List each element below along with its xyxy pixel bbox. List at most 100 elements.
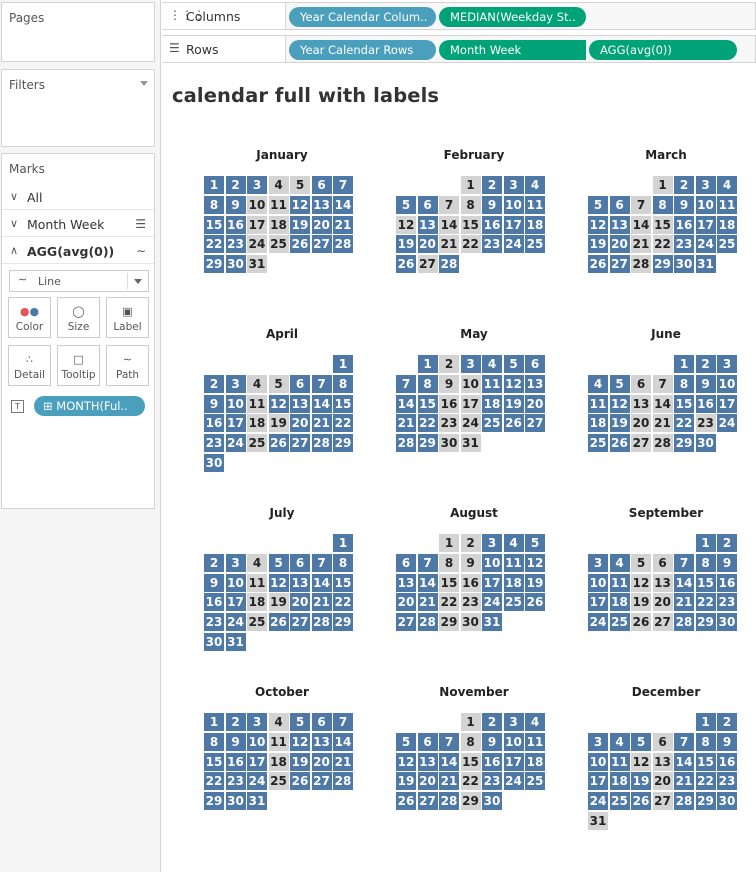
calendar-day-cell[interactable]: 8	[695, 553, 716, 572]
calendar-day-cell[interactable]: 23	[225, 772, 246, 791]
calendar-day-cell[interactable]: 1	[333, 355, 353, 373]
calendar-day-cell[interactable]: 17	[460, 394, 481, 413]
size-button[interactable]: ◯ Size	[57, 297, 100, 338]
calendar-day-cell[interactable]: 14	[311, 394, 332, 413]
calendar-day-cell[interactable]: 13	[417, 752, 438, 771]
calendar-day-cell[interactable]: 5	[503, 355, 524, 373]
calendar-day-cell[interactable]: 15	[652, 215, 673, 234]
calendar-day-cell[interactable]: 24	[588, 613, 608, 632]
calendar-day-cell[interactable]: 19	[525, 573, 545, 592]
calendar-day-cell[interactable]: 26	[268, 613, 289, 632]
calendar-day-cell[interactable]: 18	[525, 752, 545, 771]
calendar-day-cell[interactable]: 1	[439, 534, 459, 552]
calendar-day-cell[interactable]: 9	[695, 374, 716, 393]
calendar-day-cell[interactable]: 9	[225, 195, 246, 214]
calendar-day-cell[interactable]: 5	[396, 195, 416, 214]
calendar-day-cell[interactable]: 23	[695, 414, 716, 433]
calendar-day-cell[interactable]: 8	[460, 732, 481, 751]
calendar-day-cell[interactable]: 23	[482, 235, 502, 254]
calendar-day-cell[interactable]: 25	[503, 593, 524, 612]
calendar-day-cell[interactable]: 4	[247, 553, 267, 572]
calendar-day-cell[interactable]: 15	[333, 573, 353, 592]
calendar-day-cell[interactable]: 12	[290, 195, 310, 214]
calendar-day-cell[interactable]: 3	[588, 553, 608, 572]
month-week-pill[interactable]: Month Week	[439, 40, 586, 60]
calendar-day-cell[interactable]: 22	[674, 414, 694, 433]
calendar-day-cell[interactable]: 11	[268, 195, 289, 214]
calendar-day-cell[interactable]: 12	[290, 732, 310, 751]
calendar-day-cell[interactable]: 24	[503, 235, 524, 254]
calendar-day-cell[interactable]: 17	[247, 215, 267, 234]
calendar-day-cell[interactable]: 26	[396, 255, 416, 274]
calendar-day-cell[interactable]: 25	[525, 235, 545, 254]
year-calendar-columns-pill[interactable]: Year Calendar Colum..	[289, 7, 436, 27]
rows-shelf[interactable]: ☰ Rows Year Calendar Rows Month Week AGG…	[162, 35, 756, 63]
calendar-day-cell[interactable]: 30	[717, 613, 737, 632]
month-full-date-pill[interactable]: ⊞ MONTH(Ful..	[34, 396, 145, 416]
calendar-day-cell[interactable]: 11	[717, 195, 737, 214]
calendar-day-cell[interactable]: 22	[204, 772, 224, 791]
calendar-day-cell[interactable]: 16	[204, 593, 224, 612]
calendar-day-cell[interactable]: 26	[525, 593, 545, 612]
calendar-day-cell[interactable]: 19	[396, 772, 416, 791]
calendar-day-cell[interactable]: 26	[268, 434, 289, 453]
calendar-day-cell[interactable]: 18	[247, 414, 267, 433]
calendar-day-cell[interactable]: 7	[311, 553, 332, 572]
calendar-day-cell[interactable]: 7	[674, 553, 694, 572]
calendar-day-cell[interactable]: 16	[482, 215, 502, 234]
calendar-day-cell[interactable]: 7	[333, 176, 353, 194]
calendar-day-cell[interactable]: 24	[482, 593, 502, 612]
calendar-day-cell[interactable]: 19	[609, 414, 630, 433]
calendar-day-cell[interactable]: 12	[503, 374, 524, 393]
calendar-day-cell[interactable]: 16	[674, 215, 694, 234]
calendar-day-cell[interactable]: 2	[695, 355, 716, 373]
calendar-day-cell[interactable]: 5	[268, 553, 289, 572]
calendar-day-cell[interactable]: 15	[674, 394, 694, 413]
calendar-day-cell[interactable]: 3	[247, 713, 267, 731]
calendar-day-cell[interactable]: 10	[247, 732, 267, 751]
calendar-day-cell[interactable]: 29	[460, 792, 481, 811]
calendar-day-cell[interactable]: 29	[439, 613, 459, 632]
calendar-day-cell[interactable]: 17	[503, 752, 524, 771]
calendar-day-cell[interactable]: 21	[674, 772, 694, 791]
calendar-day-cell[interactable]: 25	[588, 434, 608, 453]
calendar-day-cell[interactable]: 3	[225, 553, 246, 572]
calendar-day-cell[interactable]: 21	[652, 414, 673, 433]
calendar-day-cell[interactable]: 12	[609, 394, 630, 413]
chevron-down-icon[interactable]: ∨	[10, 217, 18, 230]
calendar-day-cell[interactable]: 5	[588, 195, 608, 214]
calendar-day-cell[interactable]: 4	[525, 176, 545, 194]
calendar-day-cell[interactable]: 27	[396, 613, 416, 632]
calendar-day-cell[interactable]: 13	[652, 573, 673, 592]
calendar-day-cell[interactable]: 1	[652, 176, 673, 194]
calendar-day-cell[interactable]: 15	[333, 394, 353, 413]
calendar-day-cell[interactable]: 12	[631, 752, 651, 771]
calendar-day-cell[interactable]: 2	[717, 534, 737, 552]
filters-card[interactable]: Filters	[1, 69, 155, 147]
calendar-day-cell[interactable]: 29	[204, 792, 224, 811]
calendar-day-cell[interactable]: 29	[333, 434, 353, 453]
calendar-day-cell[interactable]: 1	[695, 713, 716, 731]
calendar-day-cell[interactable]: 9	[460, 553, 481, 572]
calendar-day-cell[interactable]: 8	[439, 553, 459, 572]
calendar-day-cell[interactable]: 9	[225, 732, 246, 751]
calendar-day-cell[interactable]: 17	[225, 414, 246, 433]
calendar-day-cell[interactable]: 31	[482, 613, 502, 632]
calendar-day-cell[interactable]: 24	[225, 613, 246, 632]
calendar-day-cell[interactable]: 20	[290, 593, 310, 612]
calendar-day-cell[interactable]: 16	[482, 752, 502, 771]
calendar-day-cell[interactable]: 4	[503, 534, 524, 552]
calendar-day-cell[interactable]: 20	[525, 394, 545, 413]
calendar-day-cell[interactable]: 27	[652, 792, 673, 811]
calendar-day-cell[interactable]: 12	[525, 553, 545, 572]
calendar-day-cell[interactable]: 17	[717, 394, 737, 413]
calendar-day-cell[interactable]: 14	[311, 573, 332, 592]
calendar-day-cell[interactable]: 3	[695, 176, 716, 194]
calendar-day-cell[interactable]: 17	[482, 573, 502, 592]
calendar-day-cell[interactable]: 20	[609, 235, 630, 254]
calendar-day-cell[interactable]: 7	[674, 732, 694, 751]
calendar-day-cell[interactable]: 26	[609, 434, 630, 453]
calendar-day-cell[interactable]: 23	[439, 414, 459, 433]
calendar-day-cell[interactable]: 9	[717, 553, 737, 572]
calendar-day-cell[interactable]: 13	[652, 752, 673, 771]
